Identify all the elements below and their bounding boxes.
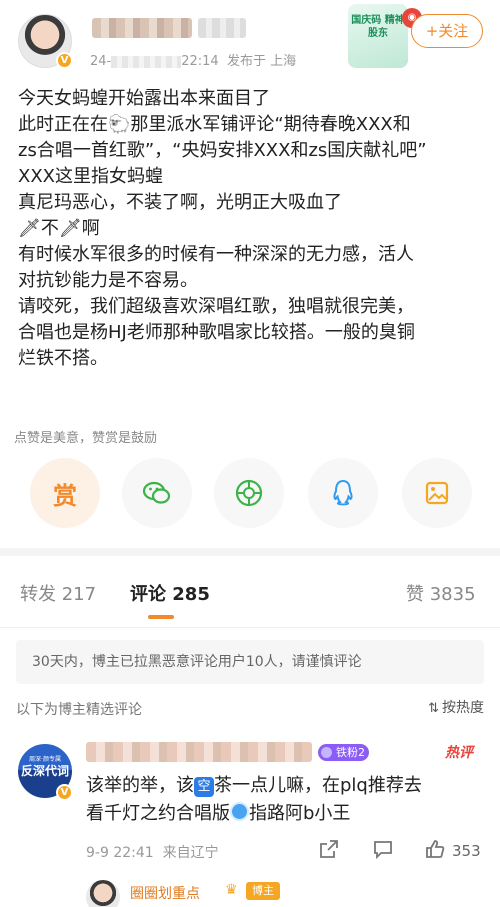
sort-icon: ⇅ xyxy=(428,701,439,716)
face-emoji-icon xyxy=(230,802,249,821)
post-line: 真尼玛恶心，不装了啊，光明正大吸血了 xyxy=(18,192,342,213)
active-tab-indicator xyxy=(148,615,174,619)
date-blur xyxy=(111,55,182,68)
post-meta: 24- 22:14 发布于 上海 xyxy=(90,50,296,69)
post-content: 今天女蚂蝗开始露出本来面目了 此时正在在🐑那里派水军铺评论“期待春晚XXX和 z… xyxy=(18,86,486,372)
comment-location: 来自辽宁 xyxy=(162,845,219,861)
moments-share-button[interactable] xyxy=(214,458,284,528)
post-line: 烂铁不搭。 xyxy=(18,348,108,369)
verified-badge-icon: V xyxy=(56,52,73,69)
fan-level-badge: 铁粉2 xyxy=(318,744,369,761)
moments-icon xyxy=(235,479,263,507)
tab-likes[interactable]: 赞 3835 xyxy=(406,580,476,606)
reward-label: 赏 xyxy=(53,481,77,510)
promo-text: 国庆码 精神股东 xyxy=(351,15,405,39)
commenter-verified-icon: V xyxy=(56,784,73,801)
comment-text-part: 茶一点儿嘛，在plq推荐去 xyxy=(214,775,422,796)
follow-button[interactable]: +关注 xyxy=(411,14,483,48)
post-line: 🗡不🗡啊 xyxy=(18,218,100,239)
blocked-users-notice: 30天内，博主已拉黑恶意评论用户10人，请谨慎评论 xyxy=(16,640,484,684)
comment-meta: 9-9 22:41 来自辽宁 xyxy=(86,842,219,862)
post-line: zs合唱一首红歌”，“央妈安排XXX和zs国庆献礼吧” xyxy=(18,140,427,161)
post-line: 有时候水军很多的时候有一种深深的无力感，活人 xyxy=(18,244,414,265)
tabs-divider xyxy=(0,627,500,628)
qq-icon xyxy=(333,479,353,506)
qq-share-button[interactable] xyxy=(308,458,378,528)
post-header: V 24- 22:14 发布于 上海 国庆码 精神股东 ◉ +关注 xyxy=(0,0,500,80)
crown-icon: ♛ xyxy=(225,882,238,898)
comment-time: 9-9 22:41 xyxy=(86,845,154,861)
blogger-tag: 博主 xyxy=(246,882,280,900)
comment-like-count: 353 xyxy=(452,842,481,860)
post-time: 22:14 xyxy=(181,54,219,69)
reward-hint: 点赞是美意，赞赏是鼓励 xyxy=(14,431,158,446)
post-date-prefix: 24- xyxy=(90,54,112,69)
wechat-share-button[interactable] xyxy=(122,458,192,528)
tab-reposts[interactable]: 转发 217 xyxy=(20,580,96,606)
share-actions: 赏 xyxy=(0,458,500,538)
save-image-button[interactable] xyxy=(402,458,472,528)
post-line: 对抗钞能力是不容易。 xyxy=(18,270,198,291)
reply-comment-button[interactable] xyxy=(372,838,394,864)
image-icon xyxy=(425,481,449,505)
post-location: 发布于 上海 xyxy=(226,54,297,69)
post-line: 请咬死，我们超级喜欢深唱红歌，独唱就很完美， xyxy=(18,296,414,317)
comment-line: 看千灯之约合唱版 指路阿b小王 xyxy=(86,800,486,828)
section-divider xyxy=(0,548,500,556)
sort-by-hot-button[interactable]: ⇅ 按热度 xyxy=(428,697,484,717)
commenter-name-blurred[interactable] xyxy=(86,742,312,762)
selected-comments-label: 以下为博主精选评论 xyxy=(16,702,142,718)
avatar-small-text: 周深·颜专属 xyxy=(29,756,61,763)
comment-text-part: 指路阿b小王 xyxy=(249,803,351,824)
wechat-icon xyxy=(142,481,171,504)
promo-sticker[interactable]: 国庆码 精神股东 xyxy=(348,4,408,68)
kong-emoji-icon: 空 xyxy=(194,777,214,797)
comment-icon xyxy=(374,841,392,860)
interaction-tabs: 转发 217 评论 285 赞 3835 xyxy=(0,556,500,628)
reward-button[interactable]: 赏 xyxy=(30,458,100,528)
thumbs-up-icon xyxy=(426,840,445,858)
tab-comments[interactable]: 评论 285 xyxy=(130,580,210,606)
reply-avatar[interactable] xyxy=(86,880,120,907)
hot-comment-tag: 热评 xyxy=(445,745,473,761)
comment-text-part: 该举的举，该 xyxy=(86,775,194,796)
avatar-text: 反深代词 xyxy=(20,764,69,778)
author-name-blurred[interactable] xyxy=(92,18,192,38)
reply-author-name[interactable]: 圈圈划重点 xyxy=(130,883,200,903)
post-line: XXX这里指女蚂蝗 xyxy=(18,166,163,187)
share-comment-button[interactable] xyxy=(318,838,340,864)
comment-text: 该举的举，该空茶一点儿嘛，在plq推荐去 看千灯之约合唱版 指路阿b小王 xyxy=(86,772,486,828)
author-title-blurred xyxy=(198,18,246,38)
post-line: 合唱也是杨HJ老师那种歌唱家比较搭。一般的臭铜 xyxy=(18,322,415,343)
share-icon xyxy=(320,840,338,858)
sort-label: 按热度 xyxy=(442,700,484,716)
post-line: 今天女蚂蝗开始露出本来面目了 xyxy=(18,88,270,109)
like-comment-button[interactable] xyxy=(424,838,446,864)
comment-text-part: 看千灯之约合唱版 xyxy=(86,803,230,824)
comment-line: 该举的举，该空茶一点儿嘛，在plq推荐去 xyxy=(86,772,486,800)
post-line: 此时正在在🐑那里派水军铺评论“期待春晚XXX和 xyxy=(18,114,411,135)
